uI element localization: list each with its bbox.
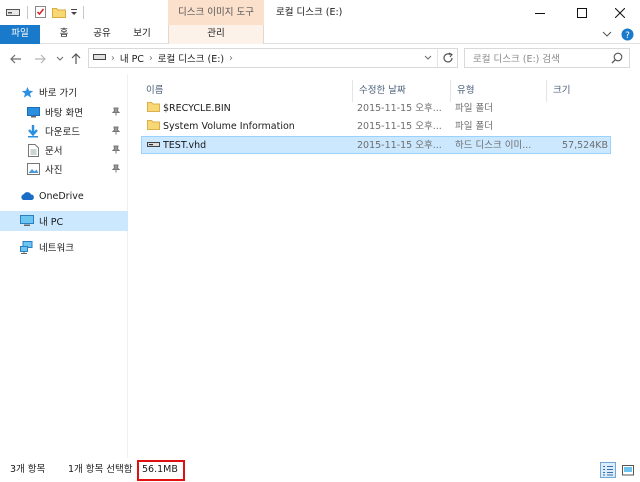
- nav-item-label: 네트워크: [39, 243, 74, 254]
- pictures-icon: [26, 162, 40, 176]
- nav-item-network[interactable]: 네트워크: [0, 237, 128, 257]
- recent-locations-button[interactable]: [52, 51, 68, 67]
- status-bar: 3개 항목 1개 항목 선택함 56.1MB: [0, 458, 640, 482]
- tab-view[interactable]: 보기: [128, 25, 156, 44]
- nav-item-label: 바탕 화면: [45, 108, 83, 119]
- breadcrumb-chevron-icon[interactable]: ›: [111, 53, 115, 64]
- tab-home[interactable]: 홈: [52, 25, 76, 44]
- maximize-button[interactable]: [562, 0, 602, 25]
- breadcrumb-local-disk[interactable]: 로컬 디스크 (E:): [158, 51, 224, 65]
- document-icon: [26, 143, 40, 157]
- minimize-button[interactable]: [520, 0, 560, 25]
- file-size: 57,524KB: [562, 140, 608, 151]
- file-type: 파일 폴더: [455, 121, 493, 132]
- new-folder-icon[interactable]: [52, 4, 66, 20]
- status-selected-size: 56.1MB: [142, 463, 178, 477]
- title-bar: 디스크 이미지 도구 로컬 디스크 (E:): [0, 0, 640, 25]
- nav-item-desktop[interactable]: 바탕 화면: [0, 102, 128, 122]
- column-header-size[interactable]: 크기: [546, 80, 612, 102]
- search-icon: [611, 52, 623, 67]
- pin-icon[interactable]: [111, 126, 121, 138]
- properties-icon[interactable]: [34, 4, 47, 20]
- expand-ribbon-icon[interactable]: [598, 26, 616, 43]
- back-button[interactable]: [8, 51, 24, 67]
- context-tab-group: 디스크 이미지 도구: [168, 0, 264, 25]
- nav-item-label: 문서: [45, 146, 63, 157]
- nav-item-pictures[interactable]: 사진: [0, 159, 128, 179]
- file-type: 파일 폴더: [455, 103, 493, 114]
- table-row[interactable]: System Volume Information 2015-11-15 오후.…: [141, 118, 611, 136]
- address-history-icon[interactable]: [420, 49, 436, 67]
- customize-qa-icon[interactable]: [70, 4, 78, 20]
- search-input[interactable]: 로컬 디스크 (E:) 검색: [464, 48, 630, 68]
- star-icon: [20, 85, 34, 99]
- nav-item-downloads[interactable]: 다운로드: [0, 121, 128, 141]
- table-row[interactable]: $RECYCLE.BIN 2015-11-15 오후... 파일 폴더: [141, 100, 611, 118]
- nav-item-label: OneDrive: [39, 190, 84, 202]
- qa-separator: [27, 6, 28, 19]
- breadcrumb-this-pc[interactable]: 내 PC: [120, 51, 144, 65]
- tab-file[interactable]: 파일: [0, 25, 40, 44]
- column-header-type[interactable]: 유형: [450, 80, 546, 102]
- nav-item-label: 내 PC: [39, 217, 64, 228]
- forward-button[interactable]: [32, 51, 48, 67]
- download-icon: [26, 124, 40, 138]
- large-icons-view-button[interactable]: [620, 462, 636, 478]
- file-modified: 2015-11-15 오후...: [357, 140, 442, 151]
- disk-image-icon: [147, 138, 160, 156]
- ribbon-tabs: 파일 홈 공유 보기 관리 ?: [0, 25, 640, 44]
- column-header-name[interactable]: 이름: [140, 80, 352, 102]
- column-header-modified[interactable]: 수정한 날짜: [352, 80, 450, 102]
- nav-quick-access-label: 바로 가기: [39, 88, 77, 99]
- up-button[interactable]: [68, 51, 84, 67]
- address-bar[interactable]: › 내 PC › 로컬 디스크 (E:) ›: [88, 48, 458, 68]
- nav-item-documents[interactable]: 문서: [0, 140, 128, 160]
- window-title: 로컬 디스크 (E:): [276, 7, 343, 18]
- status-selected: 1개 항목 선택함: [68, 464, 133, 475]
- desktop-icon: [26, 105, 40, 119]
- tab-manage[interactable]: 관리: [168, 25, 264, 44]
- pin-icon[interactable]: [111, 107, 121, 119]
- drive-icon[interactable]: [6, 4, 20, 20]
- svg-text:?: ?: [625, 31, 630, 41]
- pin-icon[interactable]: [111, 145, 121, 157]
- network-icon: [20, 240, 34, 254]
- file-modified: 2015-11-15 오후...: [357, 103, 442, 114]
- navigation-pane: 바로 가기 바탕 화면 다운로드 문서 사진 OneDrive 내 PC 네트워…: [0, 74, 128, 458]
- file-name: $RECYCLE.BIN: [163, 103, 231, 114]
- file-size: [553, 100, 609, 118]
- file-modified: 2015-11-15 오후...: [357, 121, 442, 132]
- nav-item-label: 사진: [45, 165, 63, 176]
- details-view-button[interactable]: [600, 462, 616, 478]
- search-placeholder: 로컬 디스크 (E:) 검색: [473, 54, 560, 65]
- drive-small-icon: [93, 52, 106, 64]
- file-size: [553, 118, 609, 136]
- help-icon[interactable]: ?: [618, 26, 636, 43]
- breadcrumb-chevron-icon[interactable]: ›: [229, 53, 233, 64]
- file-type: 하드 디스크 이미...: [455, 140, 532, 151]
- file-name: TEST.vhd: [163, 140, 207, 151]
- table-row-selected[interactable]: TEST.vhd 2015-11-15 오후... 하드 디스크 이미... 5…: [141, 136, 611, 154]
- computer-icon: [20, 214, 34, 228]
- status-item-count: 3개 항목: [10, 464, 46, 475]
- qa-separator-2: [83, 6, 84, 19]
- close-button[interactable]: [600, 0, 640, 25]
- tab-share[interactable]: 공유: [88, 25, 116, 44]
- folder-icon: [147, 101, 160, 119]
- pin-icon[interactable]: [111, 164, 121, 176]
- nav-quick-access[interactable]: 바로 가기: [0, 82, 128, 102]
- nav-item-label: 다운로드: [45, 127, 80, 138]
- cloud-icon: [20, 189, 34, 203]
- nav-item-this-pc[interactable]: 내 PC: [0, 211, 128, 231]
- refresh-button[interactable]: [437, 49, 457, 67]
- folder-icon: [147, 119, 160, 137]
- breadcrumb-chevron-icon[interactable]: ›: [149, 53, 153, 64]
- nav-item-onedrive[interactable]: OneDrive: [0, 186, 128, 206]
- file-name: System Volume Information: [163, 121, 295, 132]
